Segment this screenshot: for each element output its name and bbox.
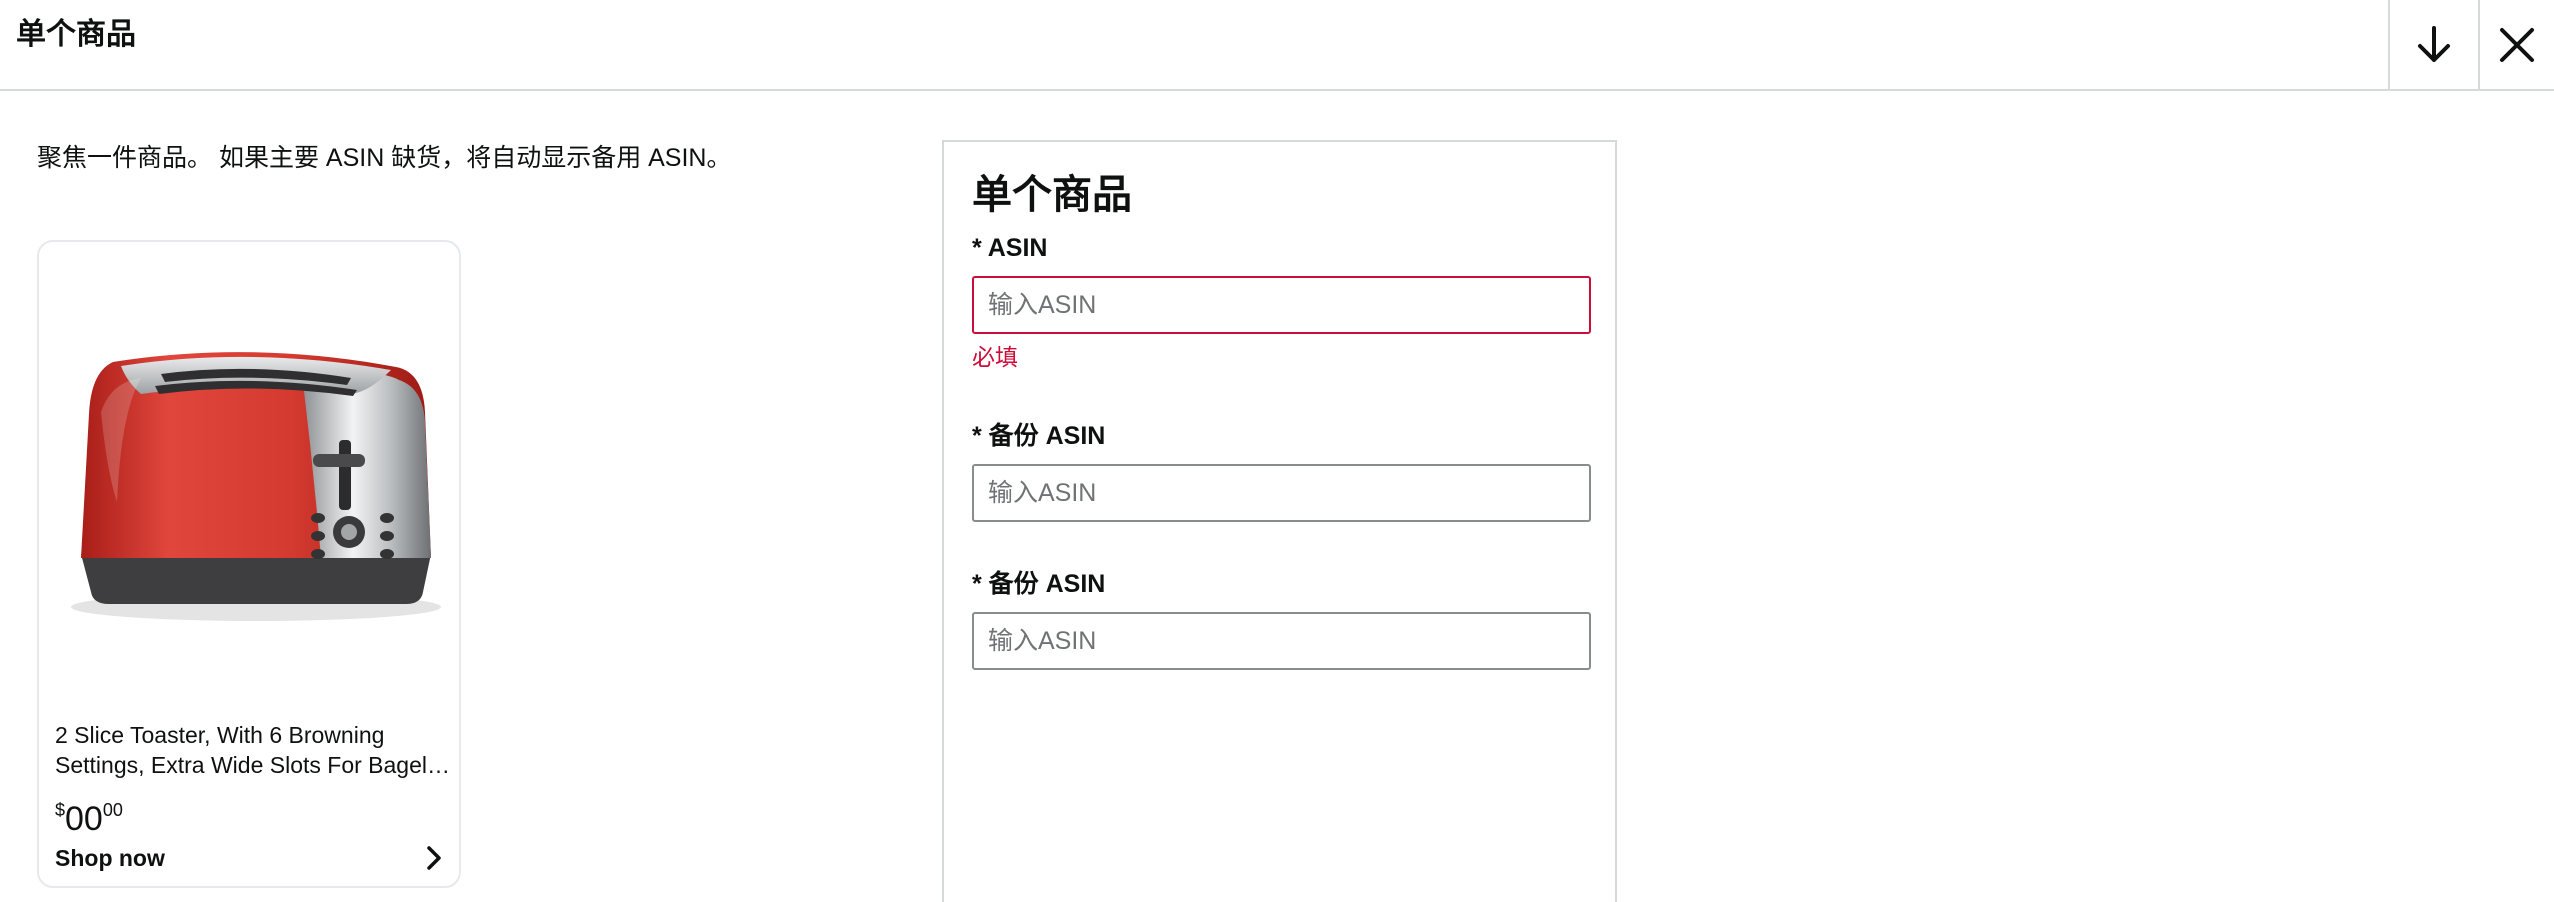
modal-header: 单个商品 [0,0,2554,91]
asin-label: * ASIN [972,234,1048,262]
backup-asin-2-input[interactable] [972,612,1591,670]
close-button[interactable] [2478,0,2554,89]
shop-now-label: Shop now [55,844,165,871]
asin-input[interactable] [972,276,1591,334]
arrow-down-icon [2418,25,2450,62]
backup-asin-2-label: * 备份 ASIN [972,570,1106,598]
price-whole: 00 [65,800,103,838]
backup-asin-1-label: * 备份 ASIN [972,422,1106,450]
price-symbol: $ [55,800,66,820]
chevron-right-icon [427,846,441,870]
form-title: 单个商品 [972,173,1132,217]
toaster-image [71,352,441,621]
product-card[interactable]: 2 Slice Toaster, With 6 Browning Setting… [37,240,461,888]
close-icon [2500,27,2534,62]
header-title: 单个商品 [16,18,136,51]
description-text: 聚焦一件商品。 如果主要 ASIN 缺货，将自动显示备用 ASIN。 [37,144,732,172]
price-fraction: 00 [102,800,123,820]
product-title[interactable]: 2 Slice Toaster, With 6 Browning Setting… [55,720,451,780]
asin-form-panel: 单个商品 * ASIN 必填 * 备份 ASIN * 备份 ASIN [942,140,1617,902]
asin-error-message: 必填 [972,344,1018,370]
shop-now-link[interactable]: Shop now [55,838,445,878]
backup-asin-1-input[interactable] [972,464,1591,522]
download-button[interactable] [2388,0,2478,89]
